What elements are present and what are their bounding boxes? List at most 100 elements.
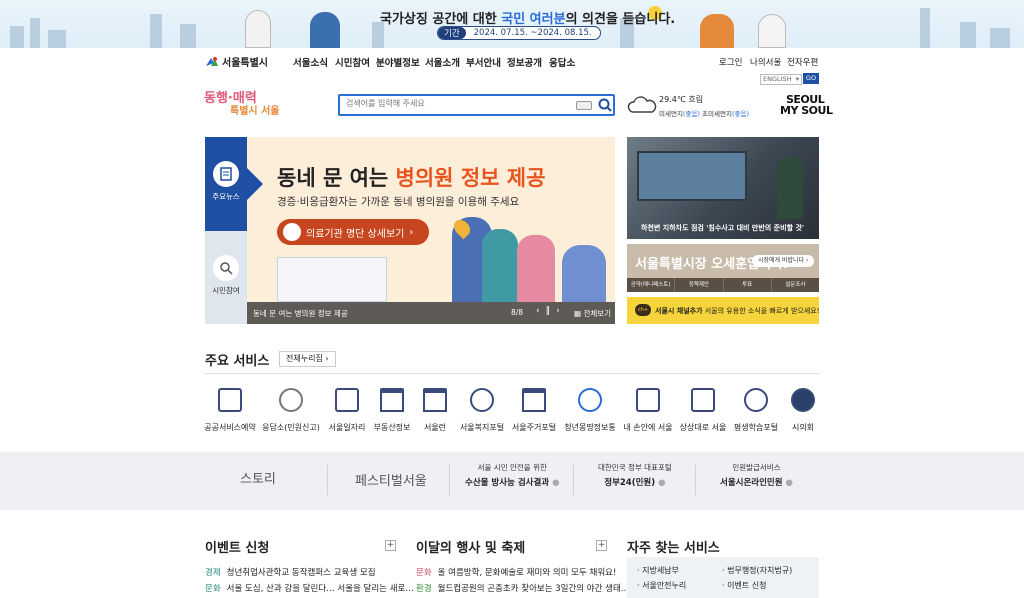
service-item[interactable]: 공공서비스예약 <box>200 388 260 433</box>
next-icon[interactable]: › <box>556 306 566 316</box>
search-input[interactable] <box>346 99 566 108</box>
tab-citizen-participation[interactable]: 시민참여 <box>205 231 247 324</box>
tab-main-news[interactable]: 주요뉴스 <box>205 137 247 231</box>
slogan-line: 특별시 서울 <box>230 106 280 117</box>
slide-title: 동네 문 여는 병의원 정보 제공 <box>277 166 546 190</box>
all-sites-button[interactable]: 전체누리집 › <box>279 351 336 367</box>
gnb-item[interactable]: 서울소개 <box>425 55 460 69</box>
item-category: 경제 <box>205 568 221 578</box>
illustration-person <box>517 235 555 302</box>
service-item[interactable]: 상상대로 서울 <box>673 388 733 433</box>
gnb-item[interactable]: 분야별정보 <box>376 55 420 69</box>
list-item[interactable]: 문화 올 여름방학, 문화예술로 재미와 의미 모두 채워요! <box>416 566 616 578</box>
graduation-cap-icon <box>423 388 447 412</box>
logo-text: 서울특별시 <box>222 58 268 69</box>
service-item[interactable]: 시의회 <box>773 388 833 433</box>
slide-view-all-button[interactable]: ▦ 전체보기 <box>574 308 611 319</box>
seoul-my-soul-logo[interactable]: SEOUL MY SOUL <box>780 94 833 116</box>
house-icon <box>380 388 404 412</box>
language-go-button[interactable]: GO <box>803 73 819 84</box>
illustration-person <box>482 229 518 302</box>
search-icon[interactable] <box>598 98 612 112</box>
keyboard-icon[interactable] <box>576 101 592 110</box>
slide-tabs: 주요뉴스 시민참여 <box>205 137 247 324</box>
slide-caption: 동네 문 여는 병의원 정보 제공 <box>253 309 348 318</box>
mayor-menu-item[interactable]: 설문조사 <box>772 278 819 292</box>
story-logo[interactable]: 스토리 <box>240 468 276 487</box>
mayor-request-button[interactable]: 시장에게 바랍니다 › <box>752 255 815 267</box>
illustration-person <box>245 10 271 48</box>
service-item[interactable]: 서울주거포털 <box>504 388 564 433</box>
service-label: 서울주거포털 <box>511 423 557 432</box>
link-title: 서울시온라인민원 <box>720 478 783 488</box>
mayor-menu-item[interactable]: 투표 <box>724 278 772 292</box>
air-quality: 미세먼지(좋음) 초미세먼지(좋음) <box>659 108 749 118</box>
gnb-item[interactable]: 부서안내 <box>466 55 501 69</box>
kakao-channel-banner[interactable]: ch+ 서울시 채널추가 서울의 유용한 소식을 빠르게 받으세요! <box>627 297 820 324</box>
illustration-person <box>562 245 606 302</box>
prev-icon[interactable]: ‹ <box>536 306 546 316</box>
monitor-hand-icon <box>636 388 660 412</box>
gnb-item[interactable]: 서울소식 <box>293 55 328 69</box>
main-slide[interactable]: 동네 문 여는 병의원 정보 제공 경증·비응급환자는 가까운 동네 병의원을 … <box>247 137 615 324</box>
dust-label: 초미세먼지 <box>702 110 732 118</box>
search-document-icon <box>213 255 239 281</box>
gnb-item[interactable]: 정보공개 <box>507 55 542 69</box>
button-label: 의료기관 명단 상세보기 <box>306 228 405 240</box>
slide-page-indicator: 8/8 <box>511 308 524 317</box>
mayor-menu-item[interactable]: 정책제안 <box>675 278 724 292</box>
festivals-more-button[interactable]: + <box>596 540 607 551</box>
grid-icon: ▦ <box>574 309 582 318</box>
frequent-item[interactable]: · 서울안전누리 <box>637 580 686 591</box>
frequent-label: 이벤트 신청 <box>727 581 767 590</box>
top-banner[interactable]: 국가상징 공간에 대한 국민 여러분의 의견을 듣습니다. 기간 2024. 0… <box>0 0 1024 48</box>
radiation-test-link[interactable]: 서울 시민 안전을 위한 수산물 방사능 검사결과 ● <box>465 462 560 488</box>
frequent-item[interactable]: · 법무행정(자치법규) <box>722 565 792 576</box>
mayor-button-label: 시장에게 바랍니다 <box>758 257 805 264</box>
my-seoul-link[interactable]: 나의서울 <box>750 56 781 68</box>
service-label: 청년몽땅정보통 <box>564 423 616 432</box>
channel-text: 서울시 채널추가 서울의 유용한 소식을 빠르게 받으세요! <box>655 307 820 315</box>
council-emblem-icon <box>791 388 815 412</box>
service-item[interactable]: 응답소(민원신고) <box>261 388 321 433</box>
festival-seoul-logo[interactable]: 페스티벌서울 <box>355 470 427 489</box>
divider <box>327 465 328 495</box>
item-category: 환경 <box>416 584 432 594</box>
divider <box>573 465 574 495</box>
hospital-list-button[interactable]: 의료기관 명단 상세보기 › <box>277 219 429 245</box>
gnb-item[interactable]: 시민참여 <box>335 55 370 69</box>
calendar-icon <box>218 388 242 412</box>
news-caption: 하천변 지하차도 점검 '침수사고 대비 만반의 준비할 것' <box>641 224 805 232</box>
divider <box>695 465 696 495</box>
service-item[interactable]: 내 손안에 서울 <box>618 388 678 433</box>
mayor-menu-item[interactable]: 공약(매니페스토) <box>627 278 676 292</box>
events-more-button[interactable]: + <box>385 540 396 551</box>
login-link[interactable]: 로그인 <box>719 56 742 68</box>
email-link[interactable]: 전자우편 <box>787 56 818 68</box>
language-select[interactable]: ENGLISH ▾ <box>760 74 802 85</box>
document-icon <box>213 161 239 187</box>
arrow-circle-icon: ● <box>785 478 793 488</box>
gov24-link[interactable]: 대한민국 정부 대표포털 정부24(민원) ● <box>598 462 672 488</box>
frequent-item[interactable]: · 지방세납부 <box>637 565 679 576</box>
frequent-item[interactable]: · 이벤트 신청 <box>722 580 766 591</box>
service-label: 내 손안에 서울 <box>623 423 673 432</box>
link-title: 정부24(민원) <box>604 478 656 488</box>
active-tab-arrow <box>247 168 263 200</box>
seoul-logo[interactable]: 서울특별시 <box>205 54 268 69</box>
list-item[interactable]: 문화 서울 도심, 산과 강을 달린다… 서울을 달리는 새로… <box>205 582 414 594</box>
link-title: 수산물 방사능 검사결과 <box>465 478 550 488</box>
service-item[interactable]: 청년몽땅정보통 <box>560 388 620 433</box>
online-civil-link[interactable]: 민원발급서비스 서울시온라인민원 ● <box>720 462 793 488</box>
divider <box>449 465 450 495</box>
service-item[interactable]: 서울복지포털 <box>452 388 512 433</box>
chevron-down-icon: ▾ <box>795 75 799 83</box>
events-title: 이벤트 신청 <box>205 541 270 556</box>
pause-icon[interactable]: ‖ <box>546 306 557 316</box>
news-photo-card[interactable]: 하천변 지하차도 점검 '침수사고 대비 만반의 준비할 것' <box>627 137 819 239</box>
gnb-item[interactable]: 응답소 <box>549 55 575 69</box>
search-box <box>338 94 615 116</box>
list-item[interactable]: 환경 월드컵공원의 곤충초카 찾아보는 3일간의 야간 생태… <box>416 582 629 594</box>
list-item[interactable]: 경제 청년취업사관학교 동작캠퍼스 교육생 모집 <box>205 566 376 578</box>
tab-label: 시민참여 <box>212 286 240 295</box>
